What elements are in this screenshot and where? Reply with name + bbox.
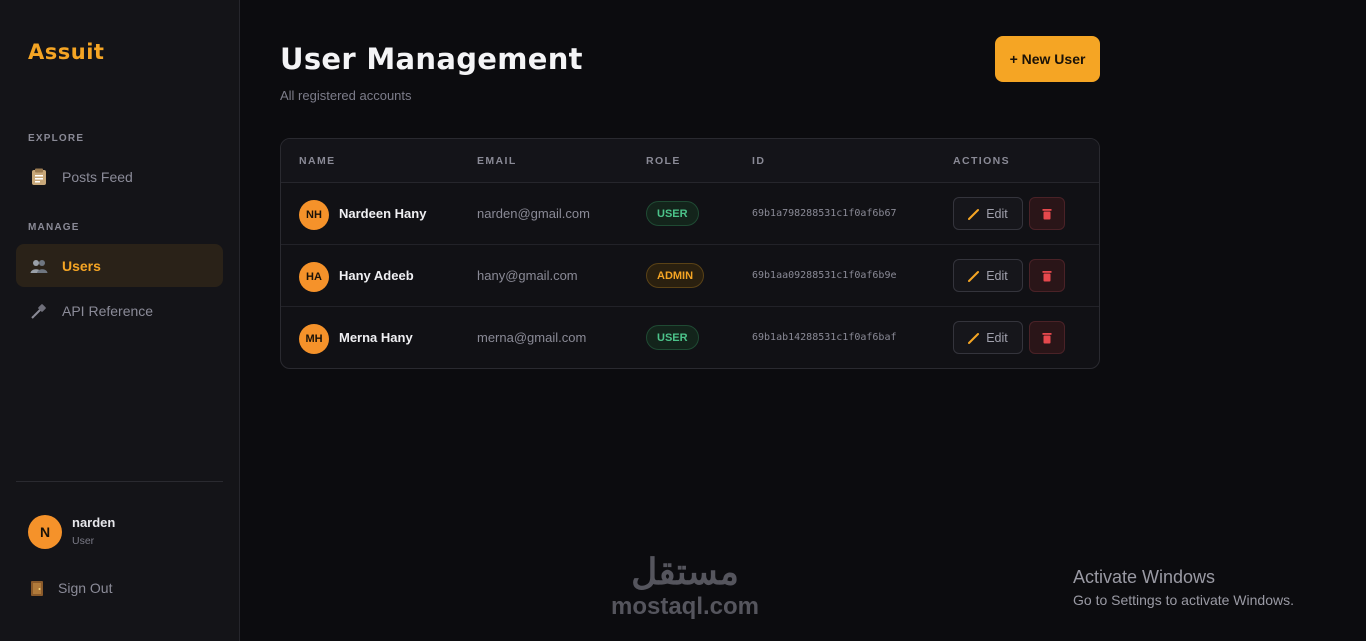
user-name: Merna Hany xyxy=(339,330,413,345)
door-icon xyxy=(28,579,46,597)
sidebar-divider xyxy=(16,481,223,482)
table-header: NAME EMAIL ROLE ID ACTIONS xyxy=(281,139,1099,183)
section-label-manage: MANAGE xyxy=(28,222,80,233)
edit-button[interactable]: Edit xyxy=(953,259,1023,292)
delete-button[interactable] xyxy=(1029,321,1065,354)
sign-out-button[interactable]: Sign Out xyxy=(28,579,112,597)
page-title: User Management xyxy=(280,42,583,76)
mostaql-watermark: مستقل mostaql.com xyxy=(600,550,770,620)
delete-button[interactable] xyxy=(1029,259,1065,292)
table-row: NH Nardeen Hany narden@gmail.com USER 69… xyxy=(281,183,1099,245)
page-subtitle: All registered accounts xyxy=(280,88,412,103)
pencil-icon xyxy=(968,332,980,344)
user-id: 69b1aa09288531c1f0af6b9e xyxy=(752,270,897,281)
profile-name: narden xyxy=(72,515,116,530)
user-id: 69b1ab14288531c1f0af6baf xyxy=(752,332,897,343)
user-email: merna@gmail.com xyxy=(477,330,587,345)
user-email: narden@gmail.com xyxy=(477,206,590,221)
trash-icon xyxy=(1042,208,1052,219)
sidebar-item-users[interactable]: Users xyxy=(16,244,223,287)
avatar: MH xyxy=(299,324,329,354)
activate-windows-subtitle: Go to Settings to activate Windows. xyxy=(1073,592,1294,608)
edit-label: Edit xyxy=(986,268,1008,283)
activate-windows-notice: Activate Windows Go to Settings to activ… xyxy=(1073,566,1294,610)
role-badge: USER xyxy=(646,201,699,226)
clipboard-icon xyxy=(30,168,48,186)
edit-button[interactable]: Edit xyxy=(953,321,1023,354)
plug-icon xyxy=(30,302,48,320)
column-header-name[interactable]: NAME xyxy=(299,155,336,167)
users-icon xyxy=(30,257,48,275)
table-row: MH Merna Hany merna@gmail.com USER 69b1a… xyxy=(281,307,1099,368)
sidebar-item-label: Users xyxy=(62,257,101,274)
pencil-icon xyxy=(968,208,980,220)
watermark-arabic: مستقل xyxy=(631,551,739,592)
role-badge: ADMIN xyxy=(646,263,705,288)
avatar: NH xyxy=(299,200,329,230)
user-name: Hany Adeeb xyxy=(339,268,414,283)
avatar: HA xyxy=(299,262,329,292)
sidebar-item-api-reference[interactable]: API Reference xyxy=(16,289,223,332)
users-table: NAME EMAIL ROLE ID ACTIONS NH Nardeen Ha… xyxy=(280,138,1100,369)
table-row: HA Hany Adeeb hany@gmail.com ADMIN 69b1a… xyxy=(281,245,1099,307)
edit-label: Edit xyxy=(986,206,1008,221)
column-header-email[interactable]: EMAIL xyxy=(477,155,517,167)
column-header-role[interactable]: ROLE xyxy=(646,155,681,167)
edit-button[interactable]: Edit xyxy=(953,197,1023,230)
sign-out-label: Sign Out xyxy=(58,580,113,596)
sidebar-item-posts-feed[interactable]: Posts Feed xyxy=(16,155,223,198)
trash-icon xyxy=(1042,270,1052,281)
sidebar: Assuit EXPLORE Posts Feed MANAGE Users A… xyxy=(0,0,240,641)
app-logo[interactable]: Assuit xyxy=(28,40,104,64)
sidebar-item-label: Posts Feed xyxy=(62,168,133,185)
user-name: Nardeen Hany xyxy=(339,206,427,221)
user-id: 69b1a798288531c1f0af6b67 xyxy=(752,208,897,219)
sidebar-item-label: API Reference xyxy=(62,302,154,319)
pencil-icon xyxy=(968,270,980,282)
activate-windows-title: Activate Windows xyxy=(1073,567,1216,587)
new-user-button[interactable]: + New User xyxy=(995,36,1100,82)
delete-button[interactable] xyxy=(1029,197,1065,230)
section-label-explore: EXPLORE xyxy=(28,133,85,144)
column-header-id[interactable]: ID xyxy=(752,155,765,167)
role-badge: USER xyxy=(646,325,699,350)
trash-icon xyxy=(1042,332,1052,343)
edit-label: Edit xyxy=(986,330,1008,345)
avatar[interactable]: N xyxy=(28,515,62,549)
watermark-latin: mostaql.com xyxy=(610,593,760,620)
user-email: hany@gmail.com xyxy=(477,268,578,283)
profile-role: User xyxy=(72,535,95,547)
column-header-actions: ACTIONS xyxy=(953,155,1011,167)
